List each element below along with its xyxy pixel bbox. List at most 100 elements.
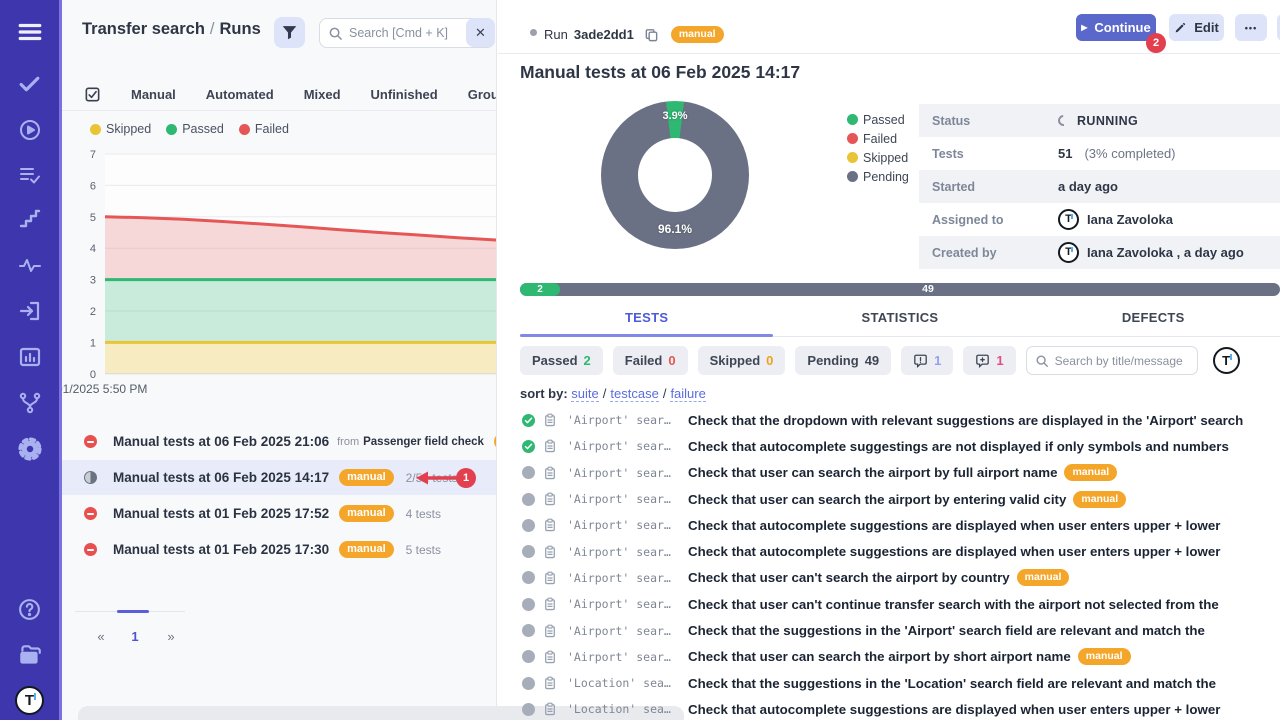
test-row[interactable]: 'Airport' sear…Check that autocomplete s… xyxy=(498,512,1280,538)
test-row[interactable]: 'Airport' sear…Check that autocomplete s… xyxy=(498,538,1280,564)
filter-pending[interactable]: Pending49 xyxy=(795,346,891,375)
pagination-next[interactable]: » xyxy=(160,627,182,645)
select-all-icon[interactable] xyxy=(84,86,101,103)
tab-defects[interactable]: DEFECTS xyxy=(1027,303,1280,336)
pending-status-icon xyxy=(522,677,535,690)
test-title: Check that user can't continue transfer … xyxy=(688,597,1219,612)
run-title: Manual tests at 01 Feb 2025 17:30 xyxy=(113,542,329,557)
pagination-prev[interactable]: « xyxy=(90,627,112,645)
run-row[interactable]: Manual tests at 01 Feb 2025 17:52 manual… xyxy=(62,496,497,531)
runs-filter-tabs: Manual Automated Mixed Unfinished Groups xyxy=(62,78,497,111)
manual-badge: manual xyxy=(339,469,394,486)
app-logo[interactable]: T xyxy=(0,686,59,715)
test-plans-icon[interactable] xyxy=(0,163,59,187)
test-title: Check that autocomplete suggestions are … xyxy=(688,702,1220,717)
test-row[interactable]: 'Airport' sear…Check that user can't con… xyxy=(498,591,1280,617)
milestones-icon[interactable] xyxy=(0,208,59,232)
testcase-icon xyxy=(544,676,557,690)
sort-by-testcase[interactable]: testcase xyxy=(610,386,658,402)
test-row[interactable]: 'Location' sea…Check that autocomplete s… xyxy=(498,696,1280,720)
projects-icon[interactable] xyxy=(0,642,59,668)
test-suite: 'Airport' sear… xyxy=(567,571,675,585)
testcase-icon xyxy=(544,518,557,532)
runs-play-icon[interactable] xyxy=(0,118,59,142)
passed-status-icon xyxy=(522,440,535,453)
progress-pending-count: 49 xyxy=(916,283,940,296)
manual-badge: manual xyxy=(339,541,394,558)
user-avatar[interactable]: T xyxy=(1213,347,1240,374)
run-tests-count: 5 tests xyxy=(406,543,441,557)
info-row-started: Started a day ago xyxy=(919,170,1280,203)
breadcrumb-parent[interactable]: Transfer search xyxy=(82,20,205,38)
sort-by-failure[interactable]: failure xyxy=(670,386,705,402)
pending-dot xyxy=(847,171,858,182)
tab-manual[interactable]: Manual xyxy=(131,87,176,102)
tab-automated[interactable]: Automated xyxy=(206,87,274,102)
continue-button[interactable]: ▶ Continue xyxy=(1076,14,1156,41)
test-row[interactable]: 'Airport' sear…Check that user can searc… xyxy=(498,460,1280,486)
app-root: T Transfer search/Runs ✕ Manual Automate… xyxy=(0,0,1280,720)
close-panel-button[interactable]: ✕ xyxy=(466,18,495,47)
manual-badge: manual xyxy=(494,433,497,450)
breadcrumb-current[interactable]: Runs xyxy=(220,20,261,38)
filter-comments[interactable]: 1 xyxy=(901,346,953,375)
run-row[interactable]: Manual tests at 06 Feb 2025 21:06 from P… xyxy=(62,424,497,459)
copy-run-id-button[interactable] xyxy=(644,27,659,43)
menu-icon[interactable] xyxy=(0,19,59,45)
annotation-arrow xyxy=(414,462,460,494)
filter-passed[interactable]: Passed2 xyxy=(520,346,603,375)
tab-tests[interactable]: TESTS xyxy=(520,303,773,336)
run-progress-bar: 2 49 xyxy=(520,283,1280,296)
test-row[interactable]: 'Airport' sear…Check that user can searc… xyxy=(498,644,1280,670)
test-title: Check that autocomplete suggestings are … xyxy=(688,439,1229,454)
run-title: Manual tests at 06 Feb 2025 14:17 xyxy=(113,470,329,485)
branches-icon[interactable] xyxy=(0,391,59,415)
tab-statistics[interactable]: STATISTICS xyxy=(773,303,1026,336)
filter-failed[interactable]: Failed0 xyxy=(613,346,688,375)
tests-search-input[interactable] xyxy=(1055,354,1189,368)
run-id: 3ade2dd1 xyxy=(574,27,634,42)
more-button[interactable]: ••• xyxy=(1235,14,1267,41)
failed-status-icon xyxy=(84,435,97,448)
close-icon: ✕ xyxy=(475,25,486,41)
pending-status-icon xyxy=(522,466,535,479)
run-id-group: Run 3ade2dd1 manual xyxy=(544,26,724,43)
filter-skipped[interactable]: Skipped0 xyxy=(698,346,786,375)
svg-text:4: 4 xyxy=(90,243,96,255)
tab-mixed[interactable]: Mixed xyxy=(304,87,341,102)
history-chart-legend: Skipped Passed Failed xyxy=(90,122,289,136)
run-row[interactable]: Manual tests at 01 Feb 2025 17:30 manual… xyxy=(62,532,497,567)
test-row[interactable]: 'Location' sea…Check that the suggestion… xyxy=(498,670,1280,696)
test-row[interactable]: 'Airport' sear…Check that the dropdown w… xyxy=(498,407,1280,433)
tab-groups[interactable]: Groups xyxy=(468,87,497,102)
test-row[interactable]: 'Airport' sear…Check that autocomplete s… xyxy=(498,433,1280,459)
import-icon[interactable] xyxy=(0,299,59,323)
checks-icon[interactable] xyxy=(0,72,59,97)
analytics-pulse-icon[interactable] xyxy=(0,254,59,278)
test-title: Check that user can't search the airport… xyxy=(688,570,1010,585)
edit-button[interactable]: Edit xyxy=(1169,14,1224,41)
tab-unfinished[interactable]: Unfinished xyxy=(371,87,438,102)
sort-label: sort by: xyxy=(520,386,568,401)
failed-status-icon xyxy=(84,543,97,556)
test-row[interactable]: 'Airport' sear… Check that user can't sea… xyxy=(498,565,1280,591)
pagination-page-1[interactable]: 1 xyxy=(124,627,146,645)
test-title: Check that user can search the airport b… xyxy=(688,649,1071,664)
testcase-icon xyxy=(544,597,557,611)
reports-icon[interactable] xyxy=(0,345,59,369)
filter-button[interactable] xyxy=(274,17,305,48)
help-icon[interactable] xyxy=(0,597,59,622)
run-from-plan: Passenger field check xyxy=(363,436,484,448)
pending-status-icon xyxy=(522,650,535,663)
run-label: Run xyxy=(544,27,568,42)
annotation-marker-1: 1 xyxy=(456,468,476,488)
run-from-label: from xyxy=(337,436,359,448)
settings-icon[interactable] xyxy=(0,436,59,462)
info-row-status: Status RUNNING xyxy=(919,104,1280,137)
testcase-icon xyxy=(544,413,557,427)
sort-by-suite[interactable]: suite xyxy=(571,386,598,402)
testcase-icon xyxy=(544,702,557,716)
test-row[interactable]: 'Airport' sear…Check that user can searc… xyxy=(498,486,1280,512)
test-row[interactable]: 'Airport' sear…Check that the suggestion… xyxy=(498,617,1280,643)
filter-added-comments[interactable]: 1 xyxy=(963,346,1015,375)
